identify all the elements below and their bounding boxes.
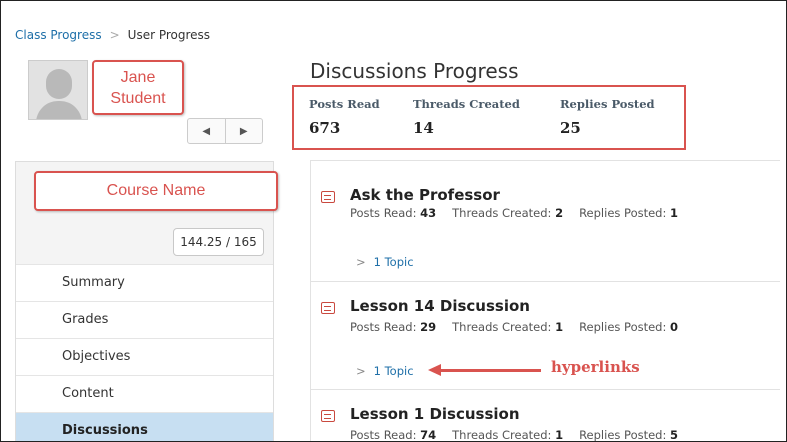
avatar-head-shape	[46, 69, 72, 99]
course-name-callout: Course Name	[34, 171, 278, 211]
breadcrumb-separator-icon: >	[109, 28, 120, 42]
forum-title[interactable]: Lesson 14 Discussion	[350, 297, 530, 315]
threads-created-value: 1	[555, 320, 564, 334]
forum-stats: Posts Read: 29 Threads Created: 1 Replies …	[350, 320, 678, 334]
forum-stats: Posts Read: 74 Threads Created: 1 Replies …	[350, 428, 679, 442]
stat-threads-created: Threads Created 14	[413, 97, 520, 137]
nav-item-summary[interactable]: Summary	[16, 264, 273, 301]
forum-list: Ask the Professor Posts Read: 43 Threads …	[310, 160, 780, 442]
discussion-stats-box: Posts Read 673 Threads Created 14 Replie…	[292, 85, 686, 150]
stat-label: Posts Read	[309, 97, 380, 111]
annotation-arrow-line	[437, 369, 541, 372]
topic-link-text[interactable]: 1 Topic	[374, 255, 414, 269]
stat-value: 14	[413, 119, 434, 137]
forum-title[interactable]: Lesson 1 Discussion	[350, 405, 520, 423]
topic-link-text[interactable]: 1 Topic	[374, 364, 414, 378]
replies-posted-value: 1	[670, 206, 679, 220]
next-user-button[interactable]: ▶	[226, 119, 263, 143]
stat-posts-read: Posts Read 673	[309, 97, 380, 137]
nav-item-content[interactable]: Content	[16, 375, 273, 412]
posts-read-value: 29	[420, 320, 437, 334]
prev-user-button[interactable]: ◀	[188, 119, 226, 143]
user-name-text: Jane Student	[110, 69, 166, 107]
annotation-label: hyperlinks	[551, 358, 640, 376]
posts-read-value: 43	[420, 206, 437, 220]
threads-created-label: Threads Created:	[452, 320, 552, 334]
replies-posted-label: Replies Posted:	[579, 206, 667, 220]
stat-replies-posted: Replies Posted 25	[560, 97, 655, 137]
forum-speech-icon	[321, 191, 335, 203]
threads-created-label: Threads Created:	[452, 428, 552, 442]
stat-label: Threads Created	[413, 97, 520, 111]
user-pager: ◀ ▶	[187, 118, 263, 144]
nav-item-discussions[interactable]: Discussions	[16, 412, 273, 441]
stat-value: 25	[560, 119, 581, 137]
breadcrumb: Class Progress > User Progress	[15, 28, 210, 42]
threads-created-label: Threads Created:	[452, 206, 552, 220]
forum-speech-icon	[321, 302, 335, 314]
posts-read-label: Posts Read:	[350, 206, 417, 220]
forum-card: Lesson 1 Discussion Posts Read: 74 Thread…	[311, 390, 780, 442]
breadcrumb-class-progress-link[interactable]: Class Progress	[15, 28, 102, 42]
forum-title[interactable]: Ask the Professor	[350, 186, 500, 204]
page-title: Discussions Progress	[310, 59, 519, 83]
user-name-callout: Jane Student	[92, 60, 184, 115]
topic-link[interactable]: >1 Topic	[356, 255, 414, 269]
forum-stats: Posts Read: 43 Threads Created: 2 Replies …	[350, 206, 678, 220]
avatar	[28, 60, 88, 120]
forum-card: Lesson 14 Discussion Posts Read: 29 Threa…	[311, 282, 780, 390]
topic-link[interactable]: >1 Topic	[356, 364, 414, 378]
chevron-right-icon: >	[356, 364, 366, 378]
nav-item-objectives[interactable]: Objectives	[16, 338, 273, 375]
chevron-right-icon: >	[356, 255, 366, 269]
forum-card: Ask the Professor Posts Read: 43 Threads …	[311, 161, 780, 282]
breadcrumb-current: User Progress	[127, 28, 211, 42]
page-frame: Class Progress > User Progress Jane Studen…	[0, 0, 787, 442]
forum-speech-icon	[321, 410, 335, 422]
posts-read-label: Posts Read:	[350, 320, 417, 334]
threads-created-value: 1	[555, 428, 564, 442]
posts-read-label: Posts Read:	[350, 428, 417, 442]
progress-nav: Summary Grades Objectives Content Discus…	[16, 264, 273, 441]
course-score-badge: 144.25 / 165	[173, 228, 264, 256]
nav-item-grades[interactable]: Grades	[16, 301, 273, 338]
stat-label: Replies Posted	[560, 97, 655, 111]
replies-posted-label: Replies Posted:	[579, 320, 667, 334]
replies-posted-label: Replies Posted:	[579, 428, 667, 442]
replies-posted-value: 0	[670, 320, 679, 334]
threads-created-value: 2	[555, 206, 564, 220]
avatar-body-shape	[36, 101, 82, 119]
stat-value: 673	[309, 119, 341, 137]
replies-posted-value: 5	[670, 428, 679, 442]
posts-read-value: 74	[420, 428, 437, 442]
